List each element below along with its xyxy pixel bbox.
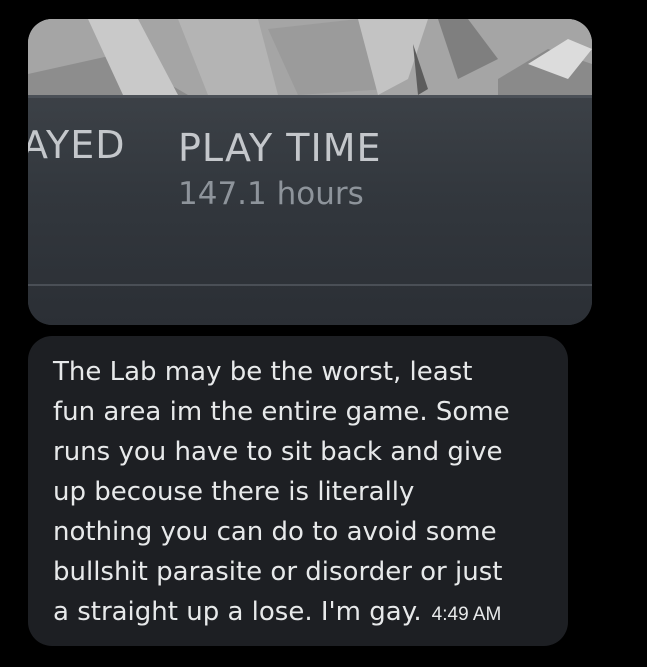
game-art-banner: [28, 19, 592, 95]
play-time-label: PLAY TIME: [178, 126, 382, 170]
panel-divider: [28, 284, 592, 286]
played-label-partial: AYED: [28, 123, 126, 167]
image-attachment[interactable]: AYED PLAY TIME 147.1 hours: [28, 19, 592, 325]
play-time-value: 147.1 hours: [178, 176, 364, 212]
message-bubble[interactable]: The Lab may be the worst, least fun area…: [28, 336, 568, 646]
message-text: The Lab may be the worst, least fun area…: [53, 357, 510, 627]
message-timestamp: 4:49 AM: [431, 604, 502, 625]
game-art-graphic: [28, 19, 592, 95]
message-body: The Lab may be the worst, least fun area…: [53, 352, 553, 635]
panel-edge: [28, 95, 592, 98]
